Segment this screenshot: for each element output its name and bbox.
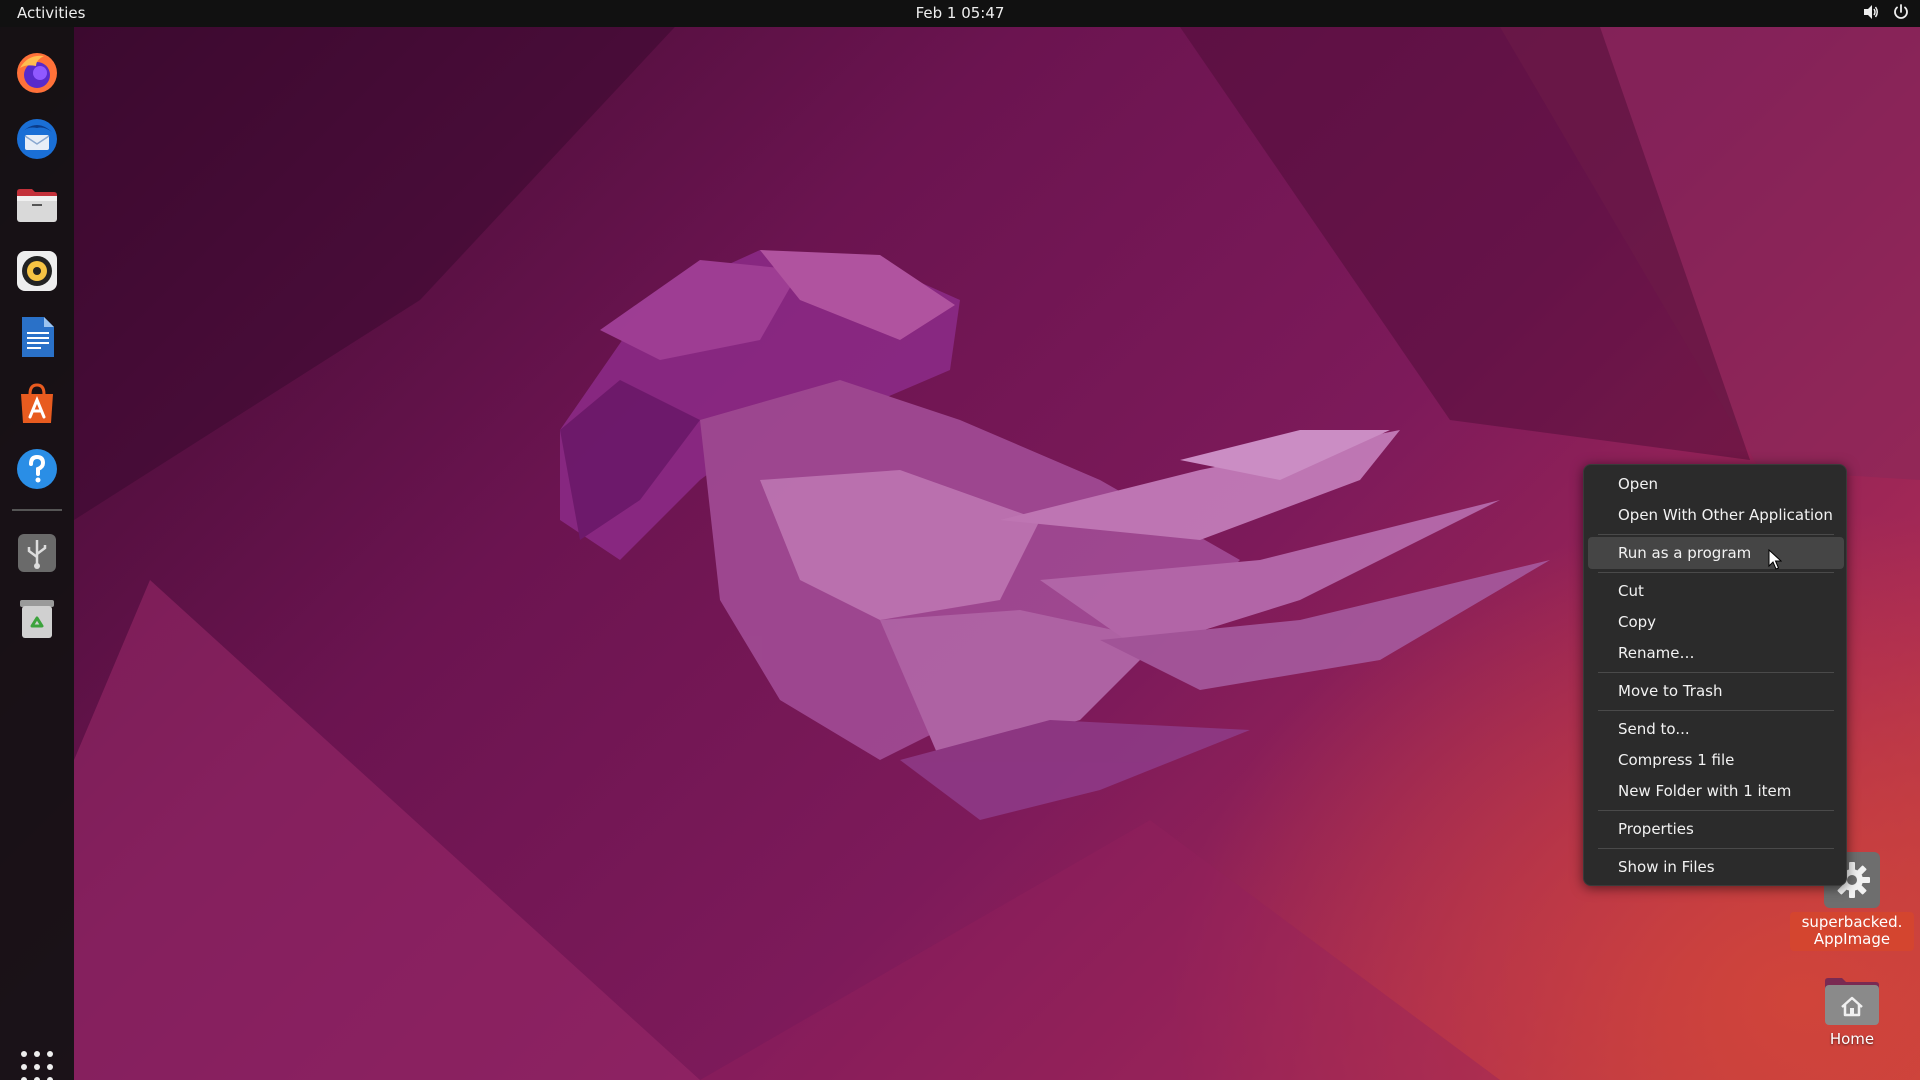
usb-launcher[interactable] <box>13 529 61 577</box>
home-folder-icon <box>1825 978 1879 1025</box>
thunderbird-icon <box>17 119 57 159</box>
menu-item-copy[interactable]: Copy <box>1588 606 1844 638</box>
menu-item-show-in-files[interactable]: Show in Files <box>1588 851 1844 883</box>
apps-grid-icon[interactable] <box>19 1049 55 1080</box>
menu-item-properties[interactable]: Properties <box>1588 813 1844 845</box>
dock <box>0 27 74 1080</box>
dock-separator <box>12 509 62 511</box>
software-launcher[interactable] <box>13 379 61 427</box>
thunderbird-launcher[interactable] <box>13 115 61 163</box>
rhythmbox-launcher[interactable] <box>13 247 61 295</box>
menu-separator <box>1598 810 1834 811</box>
rhythmbox-icon <box>17 251 57 291</box>
usb-icon <box>18 534 56 572</box>
mouse-cursor-icon <box>1768 549 1782 570</box>
menu-item-open-with[interactable]: Open With Other Application <box>1588 499 1844 531</box>
trash-icon <box>20 600 54 638</box>
menu-item-send-to[interactable]: Send to... <box>1588 713 1844 745</box>
firefox-icon <box>17 53 57 93</box>
menu-item-cut[interactable]: Cut <box>1588 575 1844 607</box>
menu-item-move-to-trash[interactable]: Move to Trash <box>1588 675 1844 707</box>
trash-launcher[interactable] <box>13 595 61 643</box>
menu-separator <box>1598 848 1834 849</box>
menu-separator <box>1598 572 1834 573</box>
menu-item-run-as-program[interactable]: Run as a program <box>1588 537 1844 569</box>
system-tray[interactable] <box>1862 3 1910 21</box>
context-menu: Open Open With Other Application Run as … <box>1583 464 1847 886</box>
menu-item-open[interactable]: Open <box>1588 468 1844 500</box>
home-label: Home <box>1829 1030 1875 1048</box>
files-icon <box>17 189 57 222</box>
software-icon <box>21 383 53 423</box>
menu-item-compress[interactable]: Compress 1 file <box>1588 744 1844 776</box>
activities-button[interactable]: Activities <box>17 4 85 22</box>
power-icon[interactable] <box>1892 3 1910 21</box>
menu-separator <box>1598 534 1834 535</box>
menu-item-rename[interactable]: Rename… <box>1588 637 1844 669</box>
home-desktop-icon[interactable]: Home <box>1800 975 1904 1048</box>
menu-item-new-folder[interactable]: New Folder with 1 item <box>1588 775 1844 807</box>
help-icon <box>17 449 57 489</box>
files-launcher[interactable] <box>13 181 61 229</box>
firefox-launcher[interactable] <box>13 49 61 97</box>
appimage-label: superbacked. AppImage <box>1790 912 1914 951</box>
top-bar: Activities Feb 1 05:47 <box>0 0 1920 27</box>
volume-icon[interactable] <box>1862 3 1880 21</box>
menu-separator <box>1598 672 1834 673</box>
writer-icon <box>22 317 54 357</box>
writer-launcher[interactable] <box>13 313 61 361</box>
clock-container: Feb 1 05:47 <box>0 4 1920 22</box>
help-launcher[interactable] <box>13 445 61 493</box>
clock[interactable]: Feb 1 05:47 <box>916 4 1005 22</box>
menu-separator <box>1598 710 1834 711</box>
